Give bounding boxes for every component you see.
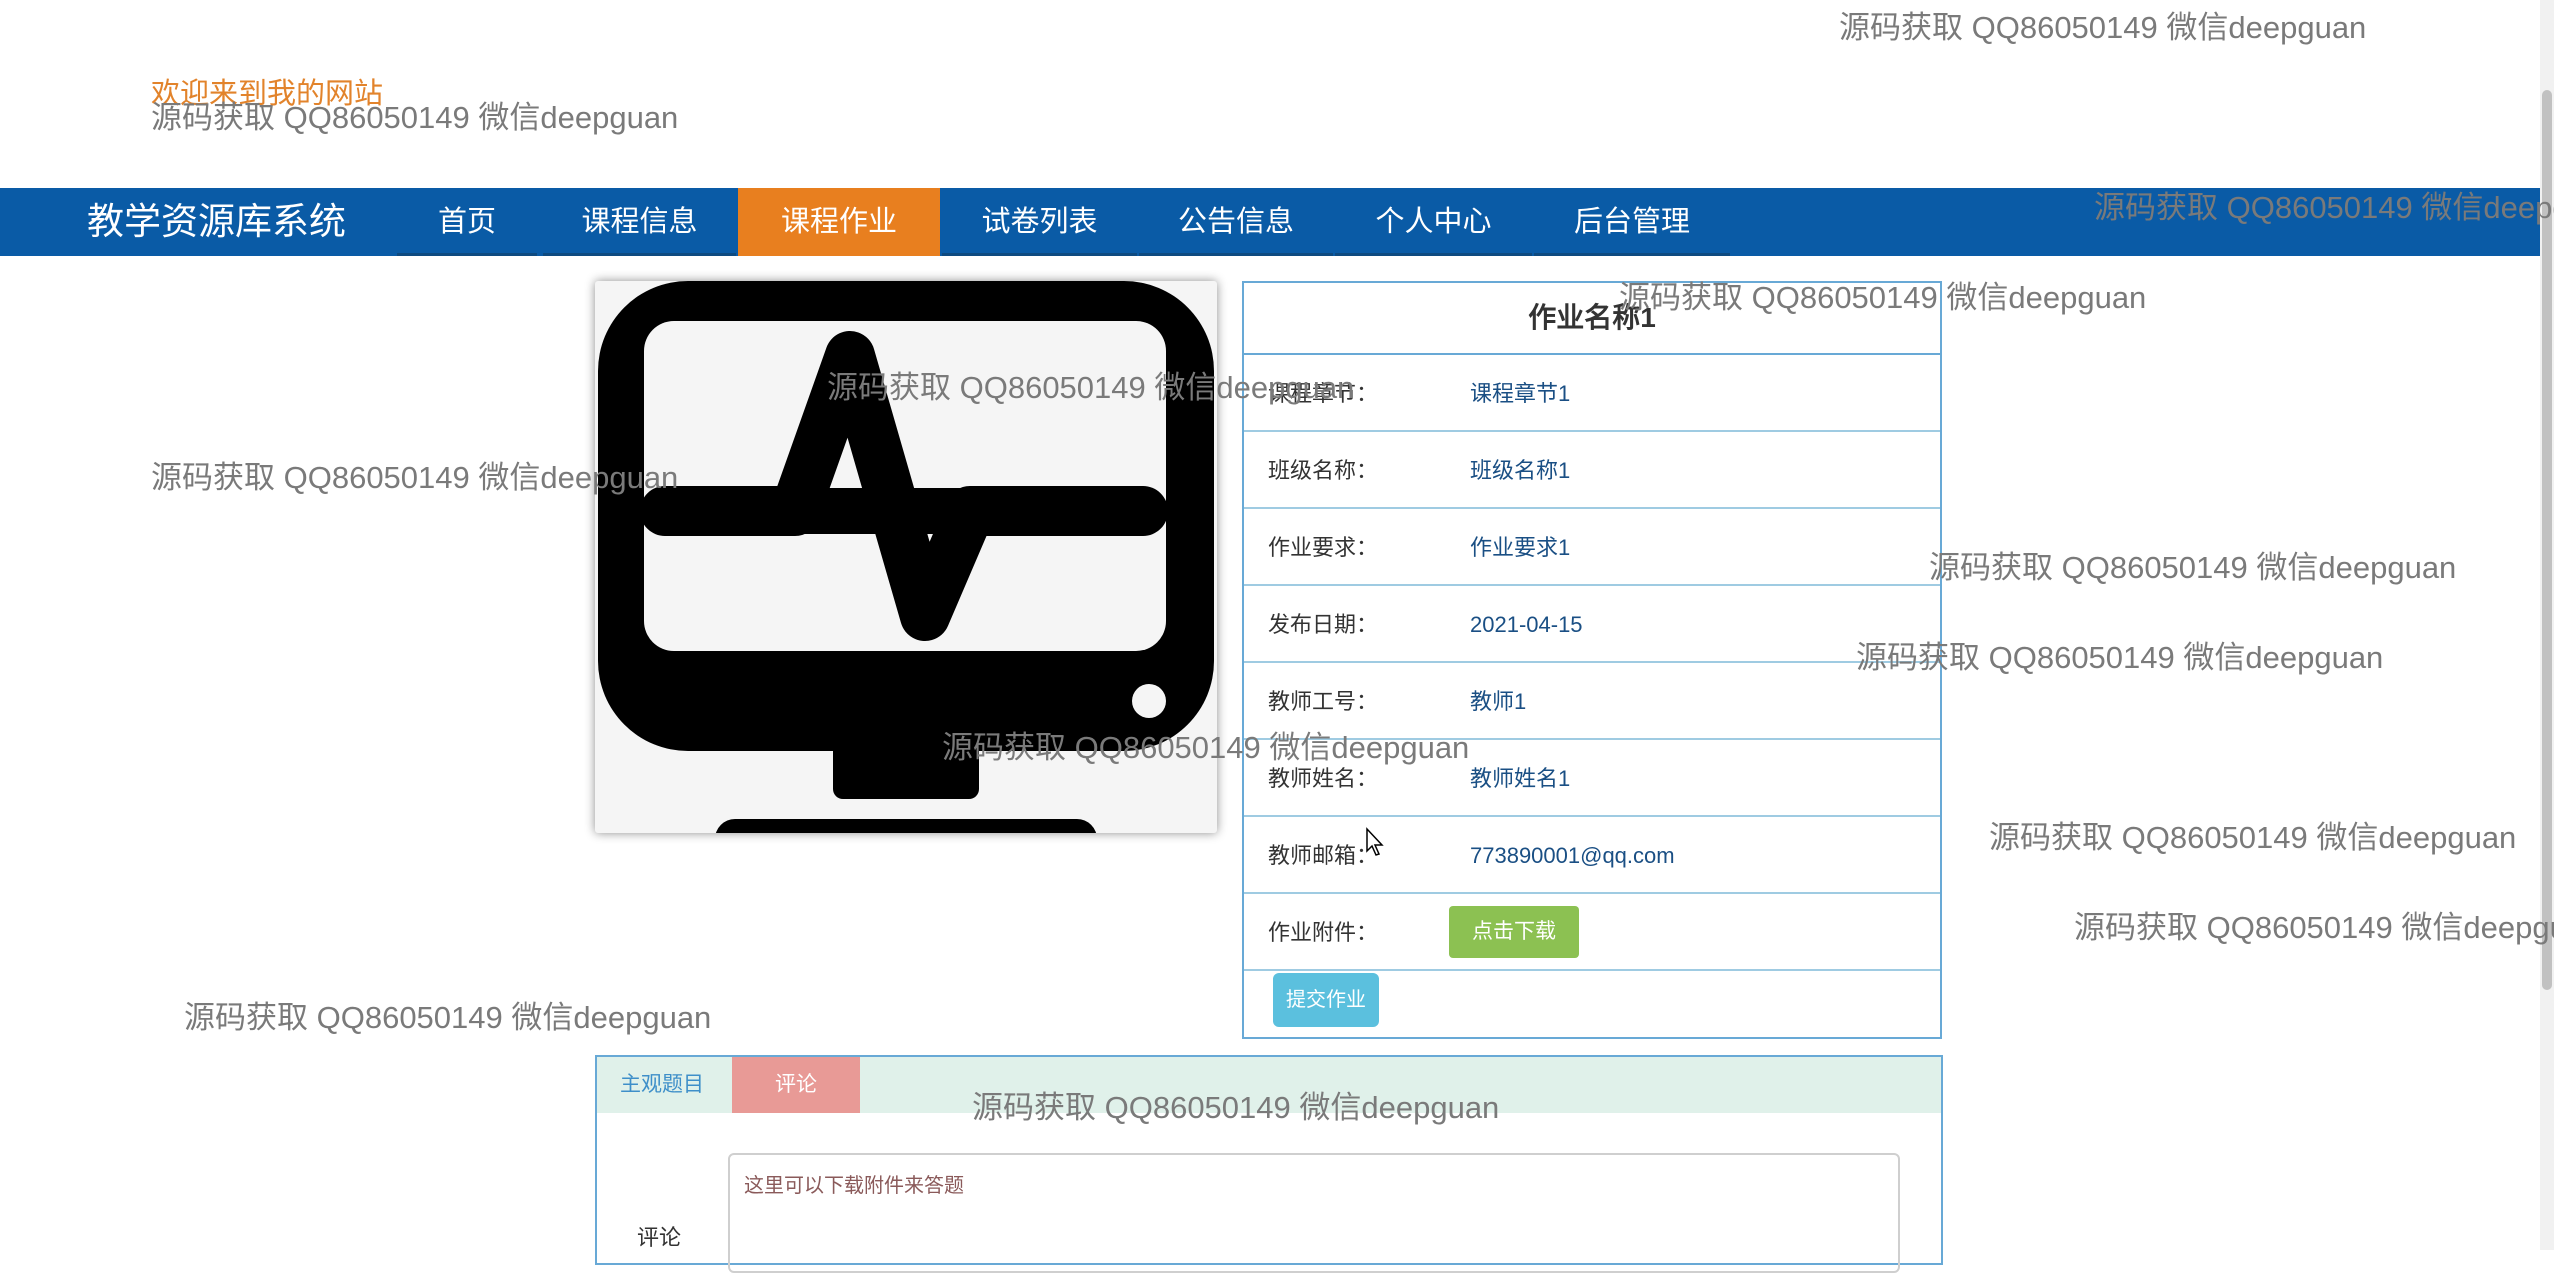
homework-detail-panel: 作业名称1 课程章节： 课程章节1 班级名称： 班级名称1 作业要求： 作业要求…: [1242, 281, 1942, 1039]
comment-label: 评论: [637, 1225, 682, 1250]
nav-item-course-homework[interactable]: 课程作业: [738, 188, 940, 256]
nav-item-course-info[interactable]: 课程信息: [543, 188, 736, 256]
teacher-email-value: 773890001@qq.com: [1470, 843, 1675, 868]
comment-textarea[interactable]: 这里可以下载附件来答题: [728, 1153, 1900, 1273]
watermark: 源码获取 QQ86050149 微信deepguan: [2074, 910, 2554, 945]
nav-item-announcements[interactable]: 公告信息: [1139, 188, 1333, 256]
welcome-text: 欢迎来到我的网站: [151, 78, 384, 110]
detail-row: 课程章节： 课程章节1: [1244, 355, 1940, 432]
nav-item-exam-list[interactable]: 试卷列表: [942, 188, 1137, 256]
teacher-id-label: 教师工号：: [1268, 689, 1379, 714]
attachment-label: 作业附件：: [1268, 920, 1379, 945]
tab-subjective-questions[interactable]: 主观题目: [597, 1057, 727, 1113]
requirement-value: 作业要求1: [1470, 535, 1571, 560]
attachment-row: 作业附件： 点击下载: [1244, 894, 1940, 971]
chapter-label: 课程章节：: [1268, 381, 1379, 406]
class-name-value: 班级名称1: [1470, 458, 1571, 483]
mouse-cursor-icon: [1366, 827, 1384, 856]
detail-row: 作业要求： 作业要求1: [1244, 509, 1940, 586]
detail-row: 教师姓名： 教师姓名1: [1244, 740, 1940, 817]
publish-date-label: 发布日期：: [1268, 612, 1379, 637]
watermark: 源码获取 QQ86050149 微信deepguan: [1929, 550, 2457, 585]
detail-row: 教师邮箱： 773890001@qq.com: [1244, 817, 1940, 894]
teacher-id-value: 教师1: [1470, 689, 1527, 714]
class-name-label: 班级名称：: [1268, 458, 1379, 483]
homework-title: 作业名称1: [1244, 283, 1940, 355]
watermark: 源码获取 QQ86050149 微信deepguan: [1839, 10, 2367, 45]
download-button[interactable]: 点击下载: [1449, 906, 1579, 958]
comment-placeholder: 这里可以下载附件来答题: [744, 1175, 964, 1197]
teacher-name-value: 教师姓名1: [1470, 766, 1571, 791]
nav-item-personal-center[interactable]: 个人中心: [1335, 188, 1532, 256]
teacher-name-label: 教师姓名：: [1268, 766, 1379, 791]
detail-row: 发布日期： 2021-04-15: [1244, 586, 1940, 663]
detail-row: 班级名称： 班级名称1: [1244, 432, 1940, 509]
nav-item-home[interactable]: 首页: [397, 188, 537, 256]
requirement-label: 作业要求：: [1268, 535, 1379, 560]
chapter-value: 课程章节1: [1470, 381, 1571, 406]
site-brand[interactable]: 教学资源库系统: [87, 188, 346, 256]
watermark: 源码获取 QQ86050149 微信deepguan: [1989, 820, 2517, 855]
scrollbar-thumb[interactable]: [2542, 90, 2552, 990]
watermark: 源码获取 QQ86050149 微信deepguan: [184, 1000, 712, 1035]
detail-row: 教师工号： 教师1: [1244, 663, 1940, 740]
homework-image: [595, 281, 1217, 833]
homework-tabs-panel: 主观题目 评论 评论 这里可以下载附件来答题: [595, 1055, 1943, 1273]
teacher-email-label: 教师邮箱：: [1268, 843, 1379, 868]
top-nav: 教学资源库系统 首页 课程信息 课程作业 试卷列表 公告信息 个人中心 后台管理: [0, 188, 2540, 256]
page-scrollbar[interactable]: [2540, 0, 2554, 1250]
tab-comments[interactable]: 评论: [732, 1057, 860, 1113]
publish-date-value: 2021-04-15: [1470, 612, 1583, 637]
tabs-bar: 主观题目 评论: [597, 1057, 1941, 1113]
monitor-heartbeat-icon: [598, 281, 1214, 833]
nav-item-admin[interactable]: 后台管理: [1534, 188, 1730, 256]
submit-homework-button[interactable]: 提交作业: [1273, 973, 1379, 1027]
